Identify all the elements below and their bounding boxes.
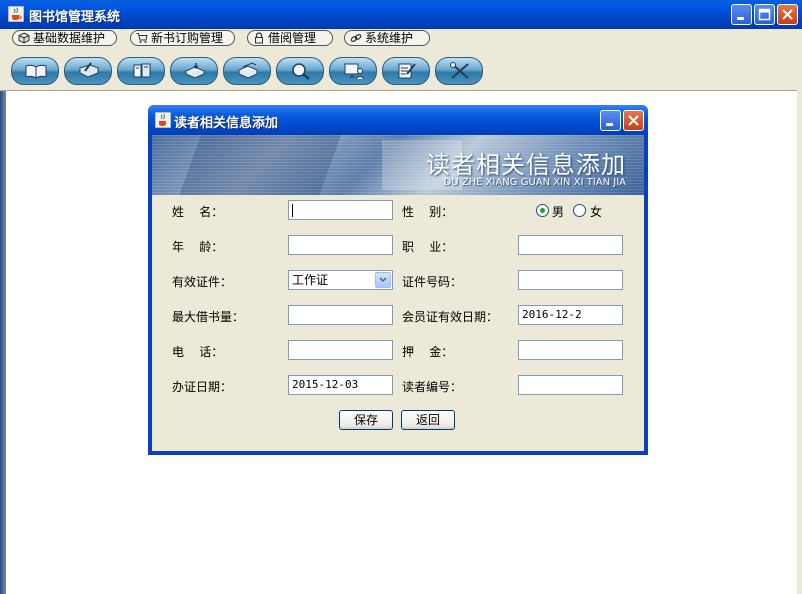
gender-female-label[interactable]: 女 [590,203,602,220]
maximize-icon [758,8,771,21]
link-icon [350,34,362,42]
issue-date-value: 2015-12-03 [292,378,359,391]
menu-book-order[interactable]: 新书订购管理 [130,30,235,46]
reader-no-label: 读者编号： [402,380,463,394]
main-title-bar[interactable]: 图书馆管理系统 [0,0,802,29]
menu-book-order-label: 新书订购管理 [151,31,224,45]
dialog-title-bar[interactable]: 读者相关信息添加 [148,105,648,135]
menu-basic-data[interactable]: 基础数据维护 [12,30,117,46]
job-input[interactable] [518,235,623,255]
cube-icon [18,32,30,44]
gender-female-radio[interactable] [573,204,586,217]
radio-selected-dot [540,208,545,213]
reader-add-dialog: 读者相关信息添加 读者相关信息添加 DU ZHE XIANG GUAN XIN … [148,105,648,455]
minimize-icon [606,123,613,126]
app-title: 图书馆管理系统 [29,10,121,25]
age-label: 年 龄： [172,240,224,254]
close-icon [782,9,793,20]
deposit-label: 押 金： [402,345,454,359]
toolbar-button-user[interactable] [329,57,377,85]
folders-icon [133,63,151,78]
name-label: 姓 名： [172,205,224,219]
dialog-close-button[interactable] [623,110,644,131]
name-input[interactable] [288,200,393,220]
menu-borrow-label: 借阅管理 [268,31,317,45]
window-left-edge [0,91,6,594]
deposit-input[interactable] [518,340,623,360]
toolbar-button-edit[interactable] [382,57,430,85]
book-pen-icon [78,62,100,78]
save-button[interactable]: 保存 [339,410,393,430]
books-stack-icon [237,62,259,79]
issue-date-input[interactable]: 2015-12-03 [288,375,393,395]
minimize-button[interactable] [731,4,752,25]
cart-icon [136,33,148,43]
menu-system[interactable]: 系统维护 [344,30,430,46]
dialog-minimize-button[interactable] [600,110,621,131]
open-book-icon [25,64,47,79]
dropdown-arrow-button[interactable] [375,272,391,288]
banner-image: 读者相关信息添加 DU ZHE XIANG GUAN XIN XI TIAN J… [152,135,644,195]
java-cup-icon [155,112,171,128]
banner-title: 读者相关信息添加 [426,151,626,179]
member-expiry-value: 2016-12-2 [522,308,582,321]
member-expiry-label: 会员证有效日期： [402,310,499,324]
dialog-title: 读者相关信息添加 [174,116,279,131]
gender-male-radio[interactable] [536,204,549,217]
banner-subtitle: DU ZHE XIANG GUAN XIN XI TIAN JIA [443,177,626,188]
book-return-icon [184,63,206,79]
notepad-pencil-icon [398,63,416,79]
dialog-body: 读者相关信息添加 DU ZHE XIANG GUAN XIN XI TIAN J… [152,135,644,451]
back-button[interactable]: 返回 [401,410,455,430]
gender-male-label[interactable]: 男 [552,203,564,220]
age-input[interactable] [288,235,393,255]
toolbar-button-book-type[interactable] [117,57,165,85]
id-number-label: 证件号码： [402,275,463,289]
java-cup-icon [8,6,24,22]
max-borrow-label: 最大借书量： [172,310,245,324]
maximize-button[interactable] [754,4,775,25]
gender-label: 性 别： [402,205,454,219]
magnifier-icon [292,63,310,80]
toolbar-button-return[interactable] [223,57,271,85]
chevron-down-icon [379,277,387,283]
menu-system-label: 系统维护 [365,31,414,45]
monitor-user-icon [344,63,365,80]
reader-no-input[interactable] [518,375,623,395]
toolbar [0,49,802,91]
id-type-select[interactable]: 工作证 [288,270,393,290]
lock-icon [255,32,263,44]
issue-date-label: 办证日期： [172,380,233,394]
toolbar-button-reader-info[interactable] [11,57,59,85]
text-caret [292,204,293,217]
toolbar-button-book-add[interactable] [64,57,112,85]
member-expiry-input[interactable]: 2016-12-2 [518,305,623,325]
toolbar-button-borrow[interactable] [170,57,218,85]
minimize-icon [737,17,744,20]
id-type-value: 工作证 [292,273,329,287]
phone-input[interactable] [288,340,393,360]
close-icon [628,115,639,126]
window-right-edge [797,49,802,594]
id-number-input[interactable] [518,270,623,290]
toolbar-button-exit[interactable] [435,57,483,85]
menu-basic-data-label: 基础数据维护 [33,31,106,45]
max-borrow-input[interactable] [288,305,393,325]
job-label: 职 业： [402,240,454,254]
menu-bar: 基础数据维护 新书订购管理 借阅管理 系统维护 [0,29,802,49]
id-type-label: 有效证件： [172,275,233,289]
menu-borrow[interactable]: 借阅管理 [247,30,333,46]
tools-icon [450,62,469,79]
close-button[interactable] [777,4,798,25]
phone-label: 电 话： [172,345,224,359]
toolbar-button-search[interactable] [276,57,324,85]
